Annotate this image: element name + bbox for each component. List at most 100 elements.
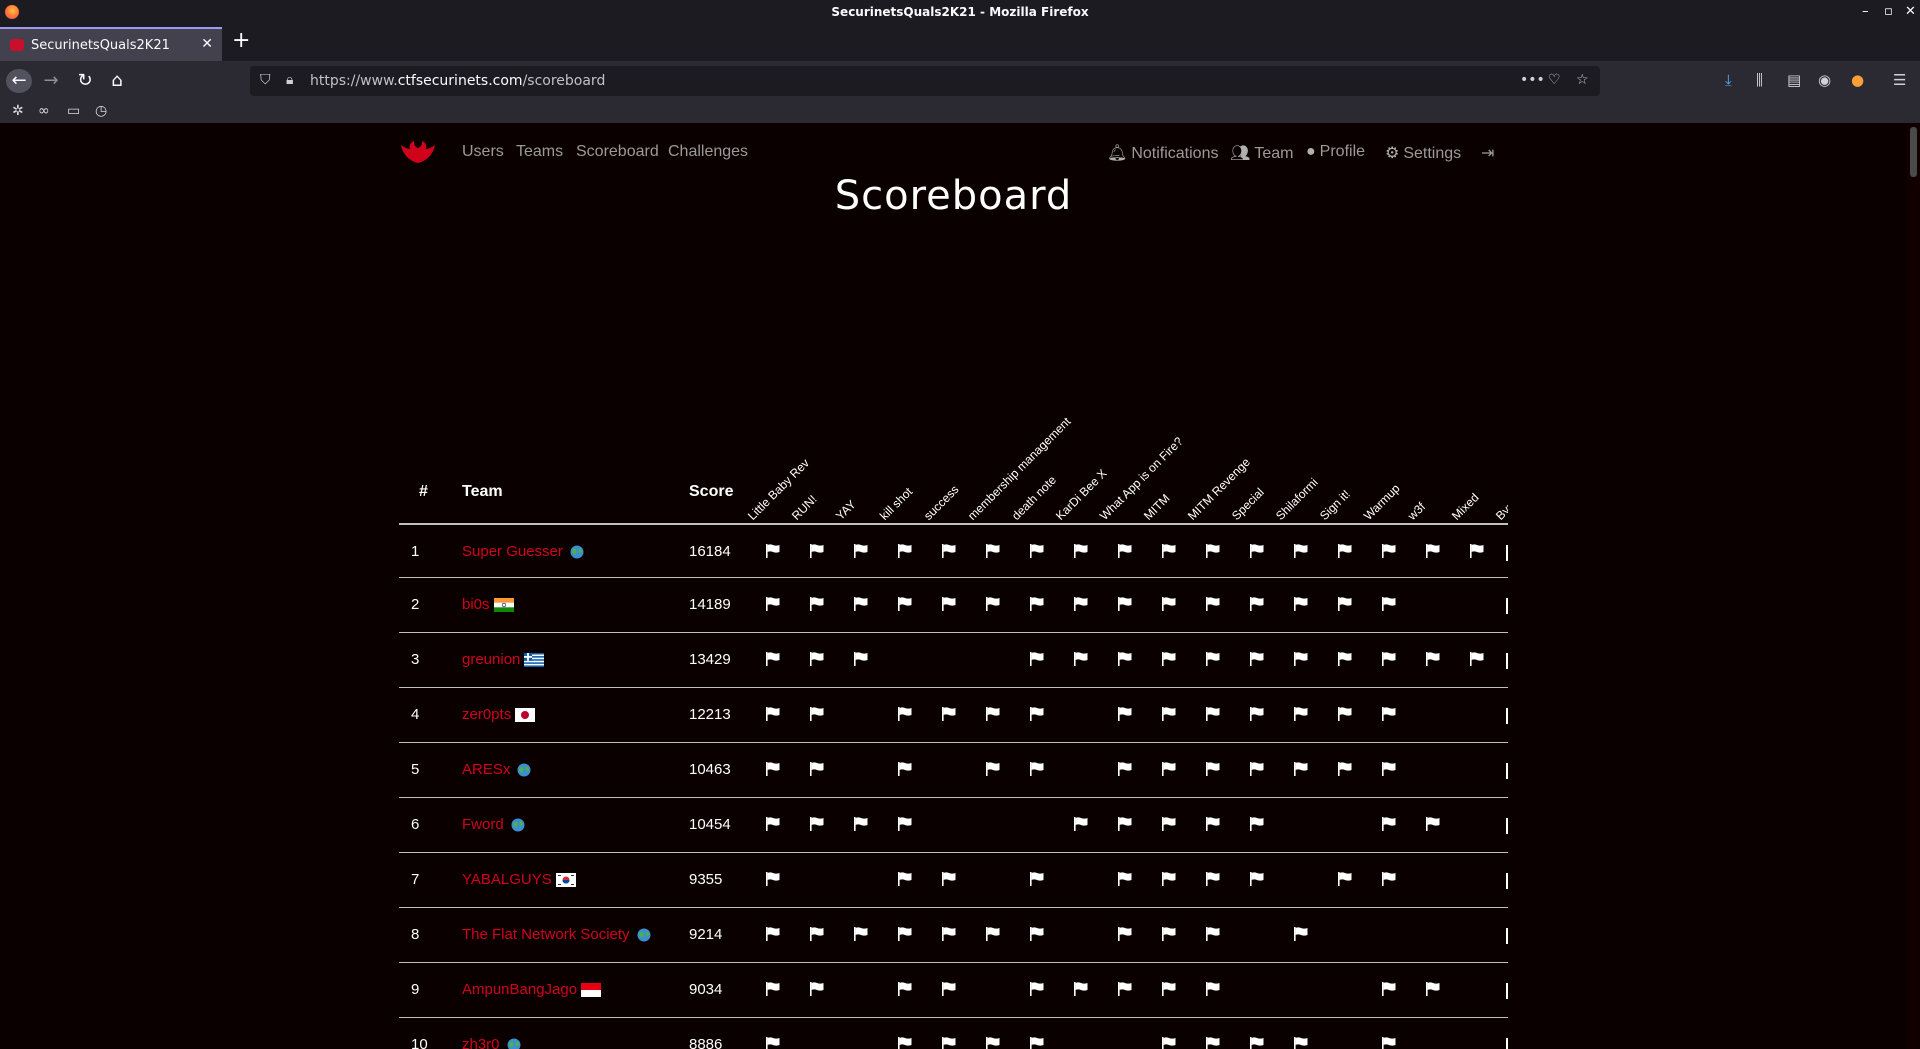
solved-flag-icon xyxy=(897,816,915,834)
solved-flag-icon xyxy=(1205,596,1223,614)
tracking-shield-icon[interactable]: ⛉ xyxy=(260,72,271,88)
rank-cell: 5 xyxy=(411,761,420,778)
tab-title: SecurinetsQuals2K21 xyxy=(31,38,170,53)
settings-gear-icon[interactable]: ✲ xyxy=(12,103,24,119)
team-link[interactable]: AmpunBangJago xyxy=(462,981,577,998)
minimize-icon[interactable]: – xyxy=(1862,4,1869,19)
folder-icon[interactable]: ▭ xyxy=(67,103,80,119)
solved-flag-icon xyxy=(1425,981,1443,999)
solved-flag-icon xyxy=(853,651,871,669)
team-link[interactable]: zh3r0 xyxy=(462,1036,500,1049)
table-row: 10 zh3r0 8886 xyxy=(399,1018,1508,1049)
solved-flag-icon xyxy=(809,816,827,834)
score-cell: 14189 xyxy=(689,596,731,613)
rank-cell: 10 xyxy=(411,1036,428,1049)
solved-flag-icon xyxy=(1029,596,1047,614)
solved-flag-icon xyxy=(897,1036,915,1049)
team-link[interactable]: zer0pts xyxy=(462,706,511,723)
solved-flag-icon xyxy=(985,761,1003,779)
menu-icon[interactable]: ☰ xyxy=(1893,71,1906,89)
solved-flag-icon xyxy=(985,1036,1003,1049)
solved-flag-icon xyxy=(1293,926,1311,944)
solved-flag-icon xyxy=(1381,761,1399,779)
solved-flag-icon xyxy=(941,871,959,889)
scrollbar-thumb[interactable] xyxy=(1910,127,1917,177)
team-link[interactable]: The Flat Network Society xyxy=(462,926,630,943)
challenge-header[interactable]: kill shot xyxy=(877,485,915,523)
challenge-header[interactable]: What App is on Fire? xyxy=(1097,434,1186,523)
solved-flag-icon xyxy=(809,651,827,669)
team-link[interactable]: greunion xyxy=(462,651,520,668)
solved-flag-icon xyxy=(1029,926,1047,944)
library-icon[interactable]: ⫼ xyxy=(1756,71,1763,89)
solved-flag-icon xyxy=(1073,596,1091,614)
solved-flag-icon xyxy=(765,871,783,889)
solved-flag-icon xyxy=(985,926,1003,944)
close-window-icon[interactable]: ✕ xyxy=(1905,4,1916,19)
back-icon[interactable]: ← xyxy=(6,69,32,93)
korea-flag-icon xyxy=(555,873,576,888)
score-cell: 10463 xyxy=(689,761,731,778)
new-tab-icon[interactable]: + xyxy=(232,30,250,52)
page-scrollbar[interactable] xyxy=(1907,123,1920,1049)
score-header: Score xyxy=(689,483,734,500)
downloads-icon[interactable]: ⤓ xyxy=(1725,71,1732,89)
team-link[interactable]: bi0s xyxy=(462,596,490,613)
mask-icon[interactable]: ∞ xyxy=(38,103,50,119)
solved-flag-icon xyxy=(1425,543,1443,561)
solved-flag-icon xyxy=(765,651,783,669)
solved-flag-icon xyxy=(1249,761,1267,779)
solved-flag-icon xyxy=(809,981,827,999)
solved-flag-icon xyxy=(1205,816,1223,834)
forward-icon[interactable]: → xyxy=(38,69,64,93)
challenge-header[interactable]: RUN! xyxy=(789,492,820,523)
sidebar-icon[interactable]: ▤ xyxy=(1787,71,1801,89)
solved-flag-icon xyxy=(1249,871,1267,889)
address-bar[interactable]: ⛉ 🔒︎ https://www.ctfsecurinets.com/score… xyxy=(250,66,1600,96)
clock-icon[interactable]: ◷ xyxy=(95,103,107,119)
team-link[interactable]: ARESx xyxy=(462,761,510,778)
extension-icon[interactable]: ● xyxy=(1851,71,1864,89)
page-actions-icon[interactable]: ••• xyxy=(1520,72,1545,88)
account-icon[interactable]: ◉ xyxy=(1818,71,1831,89)
challenge-header[interactable]: success xyxy=(921,482,962,523)
solved-flag-icon xyxy=(1249,651,1267,669)
tab-scoreboard[interactable]: SecurinetsQuals2K21 ✕ xyxy=(0,27,222,61)
solved-flag-icon xyxy=(765,926,783,944)
maximize-icon[interactable]: ▫ xyxy=(1884,4,1893,19)
challenge-header[interactable]: Sign it! xyxy=(1317,487,1353,523)
reload-icon[interactable]: ↻ xyxy=(72,69,98,93)
solved-flag-icon xyxy=(1337,543,1355,561)
world-flag-icon xyxy=(511,818,525,832)
solved-flag-icon xyxy=(1161,706,1179,724)
bookmarks-toolbar: ✲ ∞ ▭ ◷ xyxy=(0,101,1920,124)
tab-close-icon[interactable]: ✕ xyxy=(201,36,213,52)
solved-flag-icon xyxy=(1381,871,1399,889)
challenge-header[interactable]: MITM xyxy=(1141,491,1173,523)
challenge-header[interactable]: Mixed xyxy=(1449,490,1482,523)
lock-icon[interactable]: 🔒︎ xyxy=(286,72,293,88)
solved-flag-icon xyxy=(1249,706,1267,724)
challenge-header[interactable]: Byp xyxy=(1493,498,1508,523)
team-link[interactable]: Fword xyxy=(462,816,504,833)
challenge-header[interactable]: Special xyxy=(1229,485,1267,523)
team-link[interactable]: YABALGUYS xyxy=(462,871,552,888)
team-link[interactable]: Super Guesser xyxy=(462,543,563,560)
rank-cell: 8 xyxy=(411,926,420,943)
world-flag-icon xyxy=(637,928,651,942)
rank-cell: 6 xyxy=(411,816,420,833)
solved-flag-icon xyxy=(1293,761,1311,779)
url-text[interactable]: https://www.ctfsecurinets.com/scoreboard xyxy=(310,73,605,89)
challenge-header[interactable]: Shilaformi xyxy=(1273,475,1321,523)
tab-strip: SecurinetsQuals2K21 ✕ + xyxy=(0,24,1920,61)
solved-flag-icon xyxy=(1117,981,1135,999)
challenge-header[interactable]: YAY xyxy=(833,497,859,523)
bookmark-star-icon[interactable]: ☆ xyxy=(1576,72,1589,88)
challenge-header[interactable]: w3f xyxy=(1405,500,1428,523)
home-icon[interactable]: ⌂ xyxy=(104,69,130,93)
challenge-header[interactable]: Warmup xyxy=(1361,481,1403,523)
solved-flag-icon xyxy=(1469,543,1487,561)
table-row: 7 YABALGUYS 9355 xyxy=(399,853,1508,908)
pocket-icon[interactable]: ♡ xyxy=(1548,72,1561,88)
solved-flag-icon xyxy=(1381,816,1399,834)
